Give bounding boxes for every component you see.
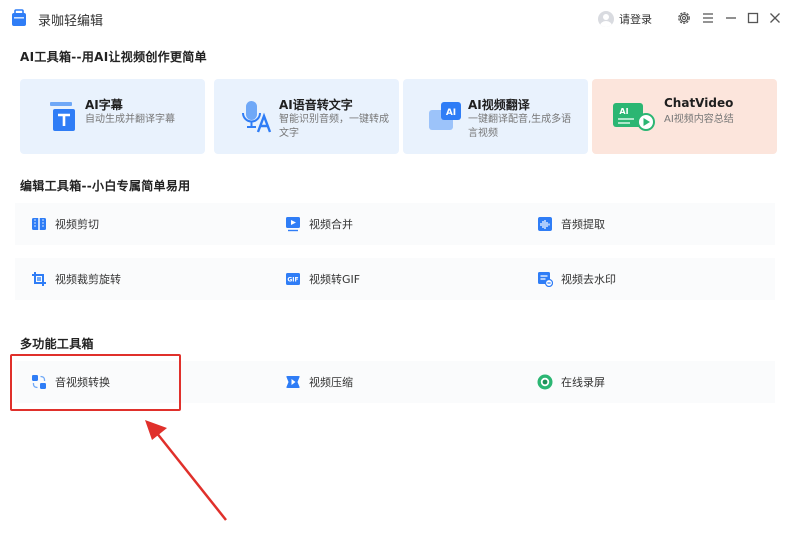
watermark-remove-icon [538, 272, 553, 287]
ai-card-desc: 一键翻译配音,生成多语言视频 [468, 114, 572, 139]
compress-icon [286, 376, 300, 388]
edit-tools-row-2: 视频裁剪旋转 GIF 视频转GIF 视频去水印 [15, 258, 775, 300]
app-title: 录咖轻编辑 [38, 14, 104, 29]
tool-label: 在线录屏 [561, 376, 605, 389]
audio-extract-tool[interactable]: 音频提取 [537, 203, 605, 245]
ai-card-title: AI视频翻译 [468, 98, 530, 112]
tool-label: 音视频转换 [55, 376, 110, 389]
ai-card-desc: 自动生成并翻译字幕 [85, 114, 175, 125]
video-merge-icon [286, 217, 300, 232]
video-cut-icon [32, 217, 46, 231]
subtitle-icon [50, 102, 75, 131]
login-button[interactable]: 请登录 [598, 10, 652, 28]
edit-tools-row-1: 视频剪切 视频合并 音频提取 [15, 203, 775, 245]
screen-record-tool[interactable]: 在线录屏 [537, 361, 605, 403]
avatar [598, 11, 614, 27]
edit-section-title: 编辑工具箱--小白专属简单易用 [20, 179, 191, 193]
ai-section-title: AI工具箱--用AI让视频创作更简单 [20, 50, 207, 64]
multi-section-title: 多功能工具箱 [20, 337, 94, 351]
tool-label: 视频剪切 [55, 218, 99, 231]
chatvideo-card[interactable]: AI ChatVideo AI视频内容总结 [592, 79, 777, 154]
video-translate-icon: AI [429, 102, 461, 130]
svg-text:AI: AI [619, 107, 628, 116]
settings-icon[interactable] [676, 10, 692, 26]
tool-label: 视频压缩 [309, 376, 353, 389]
title-bar: 录咖轻编辑 请登录 [0, 0, 795, 38]
ai-subtitle-card[interactable]: AI字幕 自动生成并翻译字幕 [20, 79, 205, 154]
convert-icon [32, 375, 46, 389]
app-logo-icon [12, 9, 26, 26]
menu-icon[interactable] [700, 10, 716, 26]
maximize-icon[interactable] [745, 10, 761, 26]
ai-card-title: ChatVideo [664, 96, 734, 110]
ai-card-title: AI语音转文字 [279, 98, 353, 112]
screen-record-icon [537, 374, 553, 390]
ai-video-translate-card[interactable]: AI AI视频翻译 一键翻译配音,生成多语言视频 [403, 79, 588, 154]
watermark-remove-tool[interactable]: 视频去水印 [537, 258, 616, 300]
multi-tools-row: 音视频转换 视频压缩 在线录屏 [15, 361, 775, 403]
tool-label: 音频提取 [561, 218, 605, 231]
av-convert-tool[interactable]: 音视频转换 [31, 361, 110, 403]
tool-label: 视频转GIF [309, 273, 361, 286]
close-icon[interactable] [767, 10, 783, 26]
svg-text:AI: AI [446, 108, 456, 118]
video-compress-tool[interactable]: 视频压缩 [285, 361, 353, 403]
ai-card-title: AI字幕 [85, 98, 123, 112]
video-cut-tool[interactable]: 视频剪切 [31, 203, 99, 245]
svg-text:GIF: GIF [287, 277, 298, 284]
crop-rotate-tool[interactable]: 视频裁剪旋转 [31, 258, 121, 300]
tool-label: 视频裁剪旋转 [55, 273, 121, 286]
ai-card-desc: 智能识别音频，一键转成文字 [279, 114, 389, 139]
gif-icon: GIF [286, 273, 300, 285]
speech-to-text-icon [242, 101, 272, 133]
ai-speech-to-text-card[interactable]: AI语音转文字 智能识别音频，一键转成文字 [214, 79, 399, 154]
tool-label: 视频合并 [309, 218, 353, 231]
minimize-icon[interactable] [723, 10, 739, 26]
video-to-gif-tool[interactable]: GIF 视频转GIF [285, 258, 360, 300]
login-label: 请登录 [619, 13, 652, 26]
ai-card-desc: AI视频内容总结 [664, 114, 734, 125]
video-merge-tool[interactable]: 视频合并 [285, 203, 353, 245]
audio-extract-icon [538, 217, 552, 231]
crop-rotate-icon [32, 272, 46, 286]
chatvideo-icon: AI [613, 103, 655, 131]
tool-label: 视频去水印 [561, 273, 616, 286]
